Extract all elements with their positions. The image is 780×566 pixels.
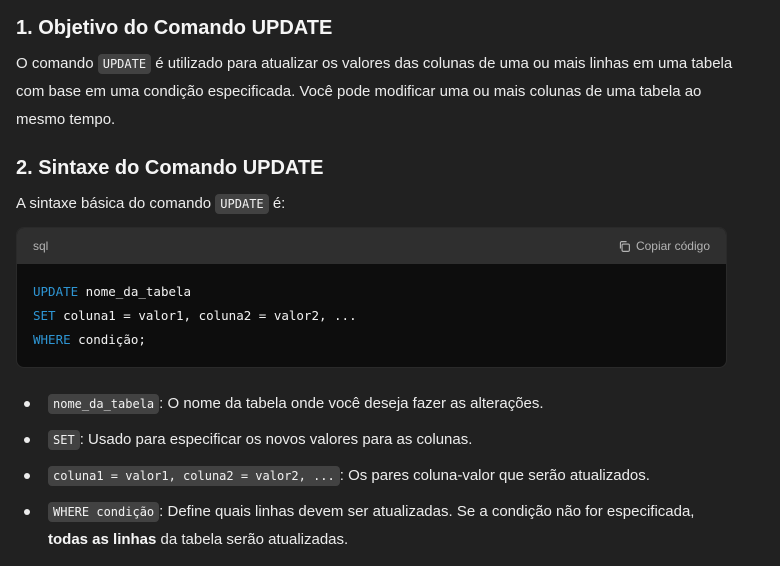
code-line: UPDATE nome_da_tabela bbox=[33, 280, 710, 304]
code-keyword: SET bbox=[33, 308, 56, 323]
list-item-text: : Os pares coluna-valor que serão atuali… bbox=[339, 467, 650, 484]
list-item: coluna1 = valor1, coluna2 = valor2, ...:… bbox=[16, 462, 736, 490]
list-item: nome_da_tabela: O nome da tabela onde vo… bbox=[16, 390, 736, 418]
list-item-text: : Define quais linhas devem ser atualiza… bbox=[159, 503, 695, 520]
bullet-list: nome_da_tabela: O nome da tabela onde vo… bbox=[16, 390, 736, 562]
bullet-dot bbox=[24, 473, 30, 479]
code-content[interactable]: UPDATE nome_da_tabela SET coluna1 = valor… bbox=[17, 264, 726, 367]
paragraph-sintaxe: A sintaxe básica do comando UPDATE é: bbox=[16, 190, 736, 218]
list-item: WHERE condição: Define quais linhas deve… bbox=[16, 498, 736, 554]
copy-code-label: Copiar código bbox=[635, 239, 710, 253]
list-item-text: : Usado para especificar os novos valore… bbox=[79, 431, 473, 448]
bullet-dot bbox=[24, 509, 30, 515]
code-block: sql Copiar código UPDATE nome_da_tabela S… bbox=[16, 227, 727, 368]
code-text: condição; bbox=[70, 332, 146, 347]
bullet-dot bbox=[24, 437, 30, 443]
inline-code: UPDATE bbox=[97, 54, 152, 74]
list-item-text: : O nome da tabela onde você deseja faze… bbox=[159, 395, 544, 412]
text-segment: A sintaxe básica do comando bbox=[16, 195, 216, 212]
paragraph-objetivo: O comando UPDATE é utilizado para atuali… bbox=[16, 50, 736, 134]
code-keyword: WHERE bbox=[33, 332, 71, 347]
inline-code: nome_da_tabela bbox=[48, 394, 160, 414]
copy-code-button[interactable]: Copiar código bbox=[618, 239, 710, 253]
inline-code: coluna1 = valor1, coluna2 = valor2, ... bbox=[48, 466, 340, 486]
code-text: nome_da_tabela bbox=[78, 284, 192, 299]
inline-code: UPDATE bbox=[215, 194, 269, 214]
text-segment: O comando bbox=[16, 55, 98, 72]
code-language-label: sql bbox=[33, 239, 49, 253]
chat-message-content: 1. Objetivo do Comando UPDATE O comando … bbox=[0, 0, 780, 566]
code-block-header: sql Copiar código bbox=[17, 228, 726, 264]
section-heading-sintaxe: 2. Sintaxe do Comando UPDATE bbox=[16, 157, 324, 179]
inline-code: WHERE condição bbox=[48, 502, 160, 522]
bold-text: todas as linhas bbox=[48, 531, 157, 548]
code-text: coluna1 = valor1, coluna2 = valor2, ... bbox=[55, 308, 357, 323]
code-keyword: UPDATE bbox=[33, 284, 79, 299]
list-item: SET: Usado para especificar os novos val… bbox=[16, 426, 736, 454]
code-line: SET coluna1 = valor1, coluna2 = valor2, … bbox=[33, 304, 710, 328]
copy-icon bbox=[619, 240, 630, 252]
section-heading-objetivo: 1. Objetivo do Comando UPDATE bbox=[16, 17, 333, 39]
text-segment: é: bbox=[268, 195, 286, 212]
code-line: WHERE condição; bbox=[33, 328, 710, 352]
list-item-text: da tabela serão atualizadas. bbox=[156, 531, 349, 548]
bullet-dot bbox=[24, 401, 30, 407]
inline-code: SET bbox=[48, 430, 80, 450]
